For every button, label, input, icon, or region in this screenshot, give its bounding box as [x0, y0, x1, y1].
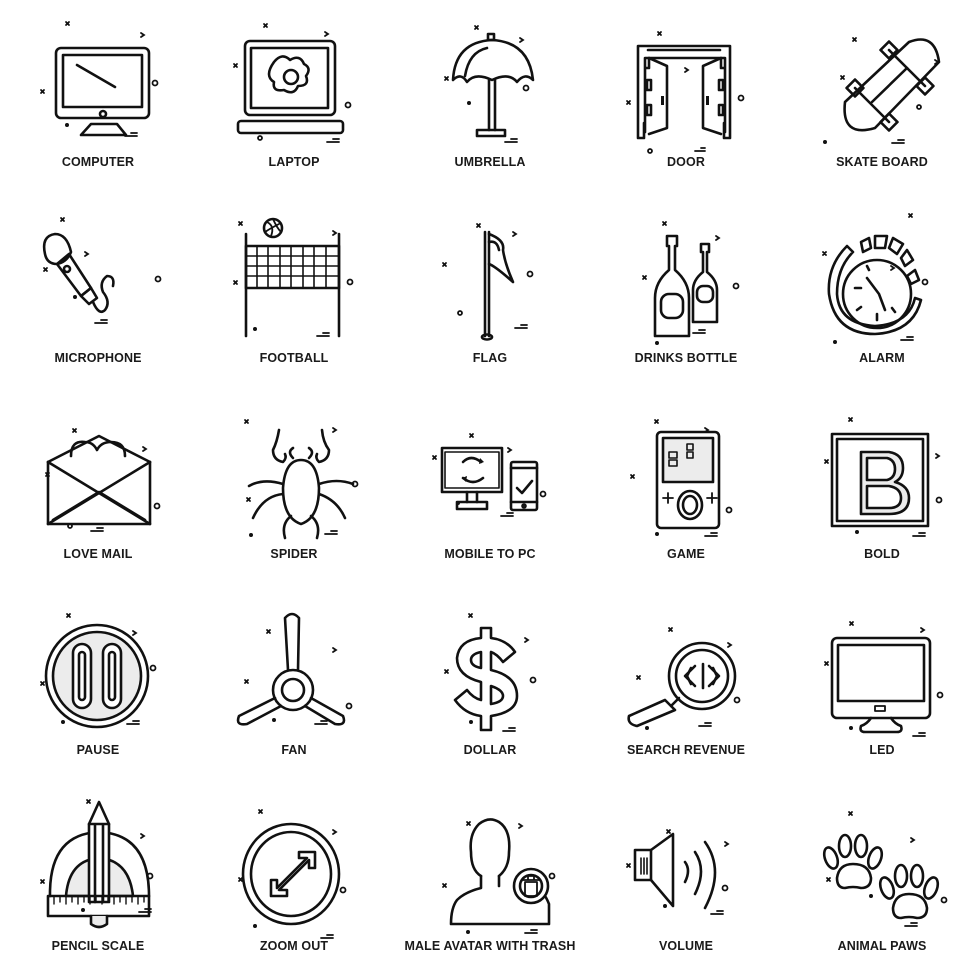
icon-tile-spider: SPIDER [196, 392, 392, 588]
icon-label: DOLLAR [463, 743, 517, 757]
icon-label: PENCIL SCALE [51, 939, 145, 953]
pause-icon [33, 598, 163, 733]
icon-label: FLAG [472, 351, 508, 365]
icon-tile-dollar: DOLLAR [392, 588, 588, 784]
icon-label: PAUSE [76, 743, 120, 757]
bold-icon [817, 402, 947, 537]
icon-label: DRINKS BOTTLE [634, 351, 738, 365]
icon-label: SEARCH REVENUE [626, 743, 746, 757]
icon-tile-pause: PAUSE [0, 588, 196, 784]
zoom-out-icon [229, 794, 359, 939]
search-code-icon [621, 598, 751, 733]
flag-icon [425, 206, 555, 341]
pencil-scale-icon [33, 794, 163, 929]
mobile-to-pc-icon [425, 402, 555, 537]
icon-label: SKATE BOARD [836, 155, 928, 169]
icon-label: ALARM [859, 351, 905, 365]
icon-label: FAN [281, 743, 307, 757]
icon-label: ZOOM OUT [259, 939, 329, 953]
icon-tile-bold: BOLD [784, 392, 980, 588]
icon-label: DOOR [667, 155, 705, 169]
icon-tile-alarm: ALARM [784, 196, 980, 392]
icon-tile-pencil-scale: PENCIL SCALE [0, 784, 196, 980]
icon-tile-football: FOOTBALL [196, 196, 392, 392]
icon-tile-search-revenue: SEARCH REVENUE [588, 588, 784, 784]
door-icon [621, 10, 751, 154]
icon-label: BOLD [864, 547, 900, 561]
icon-label: GAME [667, 547, 705, 561]
icon-label: LED [869, 743, 895, 757]
icon-tile-skateboard: SKATE BOARD [784, 0, 980, 196]
icon-tile-flag: FLAG [392, 196, 588, 392]
icon-tile-animal-paws: ANIMAL PAWS [784, 784, 980, 980]
icon-label: MOBILE TO PC [444, 547, 536, 561]
love-mail-icon [33, 402, 163, 537]
icon-label: ANIMAL PAWS [837, 939, 927, 953]
laptop-icon [229, 10, 359, 145]
icon-tile-mobile-to-pc: MOBILE TO PC [392, 392, 588, 588]
animal-paws-icon [817, 794, 948, 929]
icon-label: FOOTBALL [259, 351, 329, 365]
icon-tile-zoom-out: ZOOM OUT [196, 784, 392, 980]
umbrella-icon [425, 10, 555, 145]
bottles-icon [621, 206, 751, 345]
icon-label: LOVE MAIL [63, 547, 133, 561]
icon-tile-volume: VOLUME [588, 784, 784, 980]
icon-tile-fan: FAN [196, 588, 392, 784]
icon-label: COMPUTER [61, 155, 135, 169]
icon-label: MICROPHONE [54, 351, 142, 365]
icon-sheet: COMPUTER LAPTOP UMBRELLA DOOR SKATE BOAR… [0, 0, 980, 980]
icon-tile-game: GAME [588, 392, 784, 588]
computer-icon [33, 10, 163, 145]
icon-tile-drinks-bottle: DRINKS BOTTLE [588, 196, 784, 392]
avatar-trash-icon [425, 794, 556, 934]
volume-icon [621, 794, 751, 929]
football-net-icon [229, 206, 359, 341]
icon-tile-laptop: LAPTOP [196, 0, 392, 196]
microphone-icon [33, 206, 163, 341]
led-monitor-icon [817, 598, 947, 737]
icon-tile-male-avatar-with-trash: MALE AVATAR WITH TRASH [392, 784, 588, 980]
fan-icon [229, 598, 359, 733]
handheld-game-icon [621, 402, 751, 537]
icon-tile-computer: COMPUTER [0, 0, 196, 196]
skateboard-icon [817, 10, 947, 145]
icon-tile-led: LED [784, 588, 980, 784]
icon-label: SPIDER [270, 547, 318, 561]
icon-label: MALE AVATAR WITH TRASH [404, 939, 576, 953]
icon-label: LAPTOP [268, 155, 320, 169]
dollar-icon [425, 598, 555, 733]
icon-tile-love-mail: LOVE MAIL [0, 392, 196, 588]
spider-icon [229, 402, 359, 540]
icon-tile-umbrella: UMBRELLA [392, 0, 588, 196]
icon-tile-microphone: MICROPHONE [0, 196, 196, 392]
alarm-clock-icon [817, 206, 947, 344]
icon-label: VOLUME [658, 939, 714, 953]
icon-label: UMBRELLA [454, 155, 526, 169]
icon-tile-door: DOOR [588, 0, 784, 196]
